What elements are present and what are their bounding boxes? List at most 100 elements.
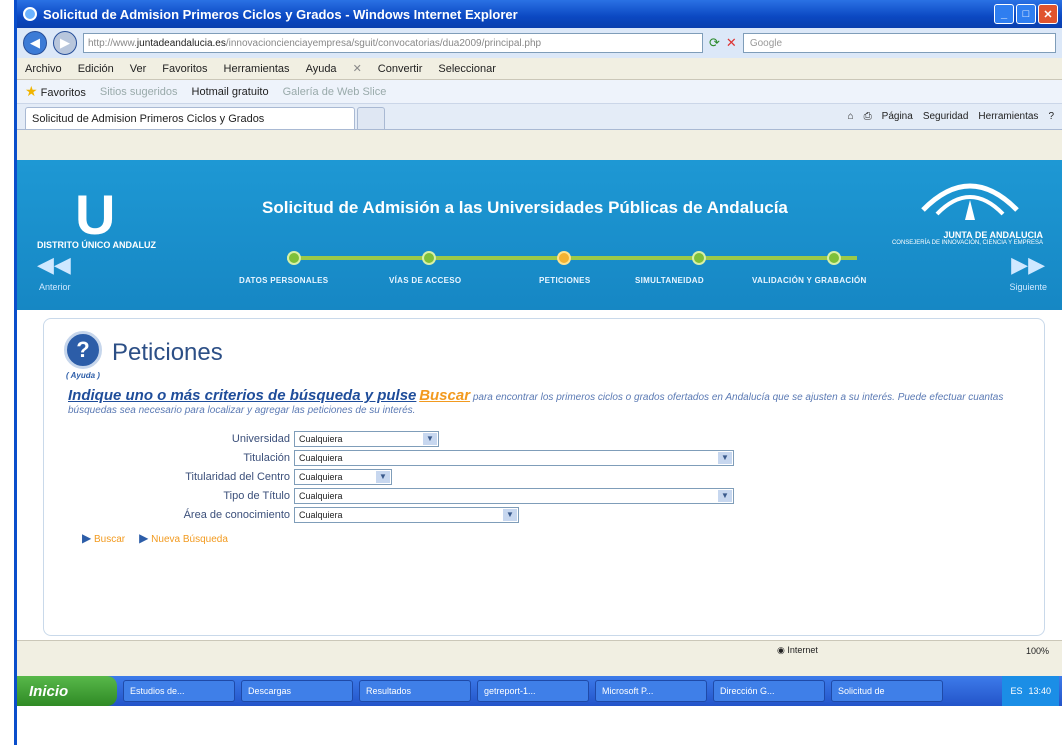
search-input[interactable]: Google [742, 33, 1056, 53]
page-menu[interactable]: Página [882, 111, 913, 122]
suggested-sites-link[interactable]: Sitios sugeridos [100, 86, 178, 98]
help-icon[interactable]: ? [1048, 111, 1054, 122]
url-field[interactable]: http://www. juntadeandalucia.es/innovacio… [83, 33, 703, 53]
help-button-icon[interactable]: ? [64, 331, 102, 369]
taskbar-item[interactable]: Descargas [241, 680, 353, 702]
ie-icon [23, 7, 37, 21]
page-content: U DISTRITO ÚNICO ANDALUZ Solicitud de Ad… [17, 160, 1062, 640]
next-arrow-icon[interactable]: ▶▶ [1011, 252, 1045, 278]
menu-ver[interactable]: Ver [130, 63, 147, 75]
menu-archivo[interactable]: Archivo [25, 63, 62, 75]
start-button[interactable]: Inicio [17, 676, 117, 706]
next-label[interactable]: Siguiente [1009, 282, 1047, 292]
buscar-button[interactable]: ▶ Buscar [82, 531, 125, 545]
label-titulacion: Titulación [243, 451, 290, 464]
select-area[interactable]: Cualquiera ▼ [294, 506, 519, 523]
menu-edicion[interactable]: Edición [78, 63, 114, 75]
status-bar: ◉ Internet 100% [17, 640, 1062, 660]
select-tipo-titulo[interactable]: Cualquiera ▼ [294, 487, 734, 504]
peticiones-panel: ? ( Ayuda ) Peticiones Indique uno o más… [43, 318, 1045, 636]
maximize-button[interactable]: □ [1016, 4, 1036, 24]
select-titularidad[interactable]: Cualquiera ▼ [294, 468, 392, 485]
select-titulacion[interactable]: Cualquiera ▼ [294, 449, 734, 466]
step-simultaneidad: SIMULTANEIDAD [635, 276, 704, 285]
previous-label[interactable]: Anterior [39, 282, 71, 292]
nueva-busqueda-button[interactable]: ▶ Nueva Búsqueda [139, 531, 228, 545]
banner-title: Solicitud de Admisión a las Universidade… [262, 198, 788, 217]
web-slice-link[interactable]: Galería de Web Slice [283, 86, 387, 98]
distrito-caption: DISTRITO ÚNICO ANDALUZ [37, 240, 156, 250]
taskbar-item[interactable]: Resultados [359, 680, 471, 702]
favorites-bar: ★ Favoritos Sitios sugeridos Hotmail gra… [17, 80, 1062, 104]
row-universidad: Universidad Cualquiera ▼ [104, 429, 734, 448]
print-icon[interactable]: ⎙ [864, 111, 872, 122]
tab-solicitud[interactable]: Solicitud de Admision Primeros Ciclos y … [25, 107, 355, 129]
close-toolbar-icon[interactable]: ✕ [353, 62, 362, 75]
step-datos-personales: DATOS PERSONALES [239, 276, 329, 285]
menu-ayuda[interactable]: Ayuda [306, 63, 337, 75]
menu-herramientas[interactable]: Herramientas [224, 63, 290, 75]
chevron-down-icon[interactable]: ▼ [718, 489, 732, 502]
chevron-down-icon[interactable]: ▼ [423, 432, 437, 445]
titularidad-value: Cualquiera [299, 471, 343, 482]
minimize-button[interactable]: _ [994, 4, 1014, 24]
refresh-icon[interactable]: ⟳ [709, 35, 720, 51]
help-label[interactable]: ( Ayuda ) [66, 371, 100, 380]
zoom-level[interactable]: 100% [1026, 646, 1062, 656]
dua-logo: U [75, 183, 116, 246]
step-peticiones: PETICIONES [539, 276, 591, 285]
menu-favoritos[interactable]: Favoritos [162, 63, 207, 75]
tools-menu[interactable]: Herramientas [978, 111, 1038, 122]
chevron-down-icon[interactable]: ▼ [376, 470, 390, 483]
back-button[interactable]: ◀ [23, 31, 47, 55]
taskbar-item[interactable]: getreport-1... [477, 680, 589, 702]
previous-arrow-icon[interactable]: ◀◀ [37, 252, 71, 278]
page-title: Peticiones [112, 339, 223, 366]
language-indicator[interactable]: ES [1010, 686, 1022, 696]
progress-line [287, 256, 857, 260]
chevron-down-icon[interactable]: ▼ [503, 508, 517, 521]
row-titulacion: Titulación Cualquiera ▼ [104, 448, 734, 467]
globe-icon: ◉ [777, 645, 785, 655]
instr-buscar-link[interactable]: Buscar [419, 387, 470, 404]
address-bar-row: ◀ ▶ http://www. juntadeandalucia.es/innov… [17, 28, 1062, 58]
step-validacion: VALIDACIÓN Y GRABACIÓN [752, 276, 867, 285]
internet-zone: ◉ Internet [777, 645, 818, 656]
select-button[interactable]: Seleccionar [438, 63, 495, 75]
hotmail-link[interactable]: Hotmail gratuito [192, 86, 269, 98]
label-titularidad: Titularidad del Centro [185, 470, 290, 483]
step-marker-5 [827, 251, 841, 265]
system-tray: ES 13:40 [1002, 676, 1059, 706]
titulacion-value: Cualquiera [299, 452, 343, 463]
url-path: /innovacioncienciayempresa/sguit/convoca… [225, 37, 542, 49]
forward-button[interactable]: ▶ [53, 31, 77, 55]
url-domain: juntadeandalucia.es [136, 37, 226, 49]
taskbar-item[interactable]: Estudios de... [123, 680, 235, 702]
close-button[interactable]: ✕ [1038, 4, 1058, 24]
background-area [17, 706, 1062, 745]
taskbar-item[interactable]: Dirección G... [713, 680, 825, 702]
play-arrow-icon: ▶ [82, 531, 92, 545]
taskbar-item[interactable]: Solicitud de [831, 680, 943, 702]
window-title: Solicitud de Admision Primeros Ciclos y … [43, 6, 518, 22]
step-vias-acceso: VÍAS DE ACCESO [389, 276, 462, 285]
row-tipo-titulo: Tipo de Título Cualquiera ▼ [104, 486, 734, 505]
favorites-label: Favoritos [40, 87, 86, 99]
chevron-down-icon[interactable]: ▼ [718, 451, 732, 464]
form-actions: ▶ Buscar ▶ Nueva Búsqueda [82, 531, 228, 545]
security-menu[interactable]: Seguridad [923, 111, 969, 122]
taskbar-item[interactable]: Microsoft P... [595, 680, 707, 702]
tab-title: Solicitud de Admision Primeros Ciclos y … [32, 112, 265, 125]
home-icon[interactable]: ⌂ [848, 111, 854, 122]
select-universidad[interactable]: Cualquiera ▼ [294, 430, 439, 447]
label-tipo-titulo: Tipo de Título [223, 489, 290, 502]
convert-button[interactable]: Convertir [378, 63, 423, 75]
new-tab-button[interactable] [357, 107, 385, 129]
step-marker-3 [557, 251, 571, 265]
stop-icon[interactable]: ✕ [726, 35, 737, 51]
favorites-button[interactable]: ★ Favoritos [25, 83, 86, 100]
tab-bar: Solicitud de Admision Primeros Ciclos y … [17, 104, 1062, 130]
clock: 13:40 [1028, 686, 1051, 696]
junta-sub: CONSEJERÍA DE INNOVACIÓN, CIENCIA Y EMPR… [891, 240, 1043, 246]
instr-heading: Indique uno o más criterios de búsqueda … [68, 387, 417, 404]
